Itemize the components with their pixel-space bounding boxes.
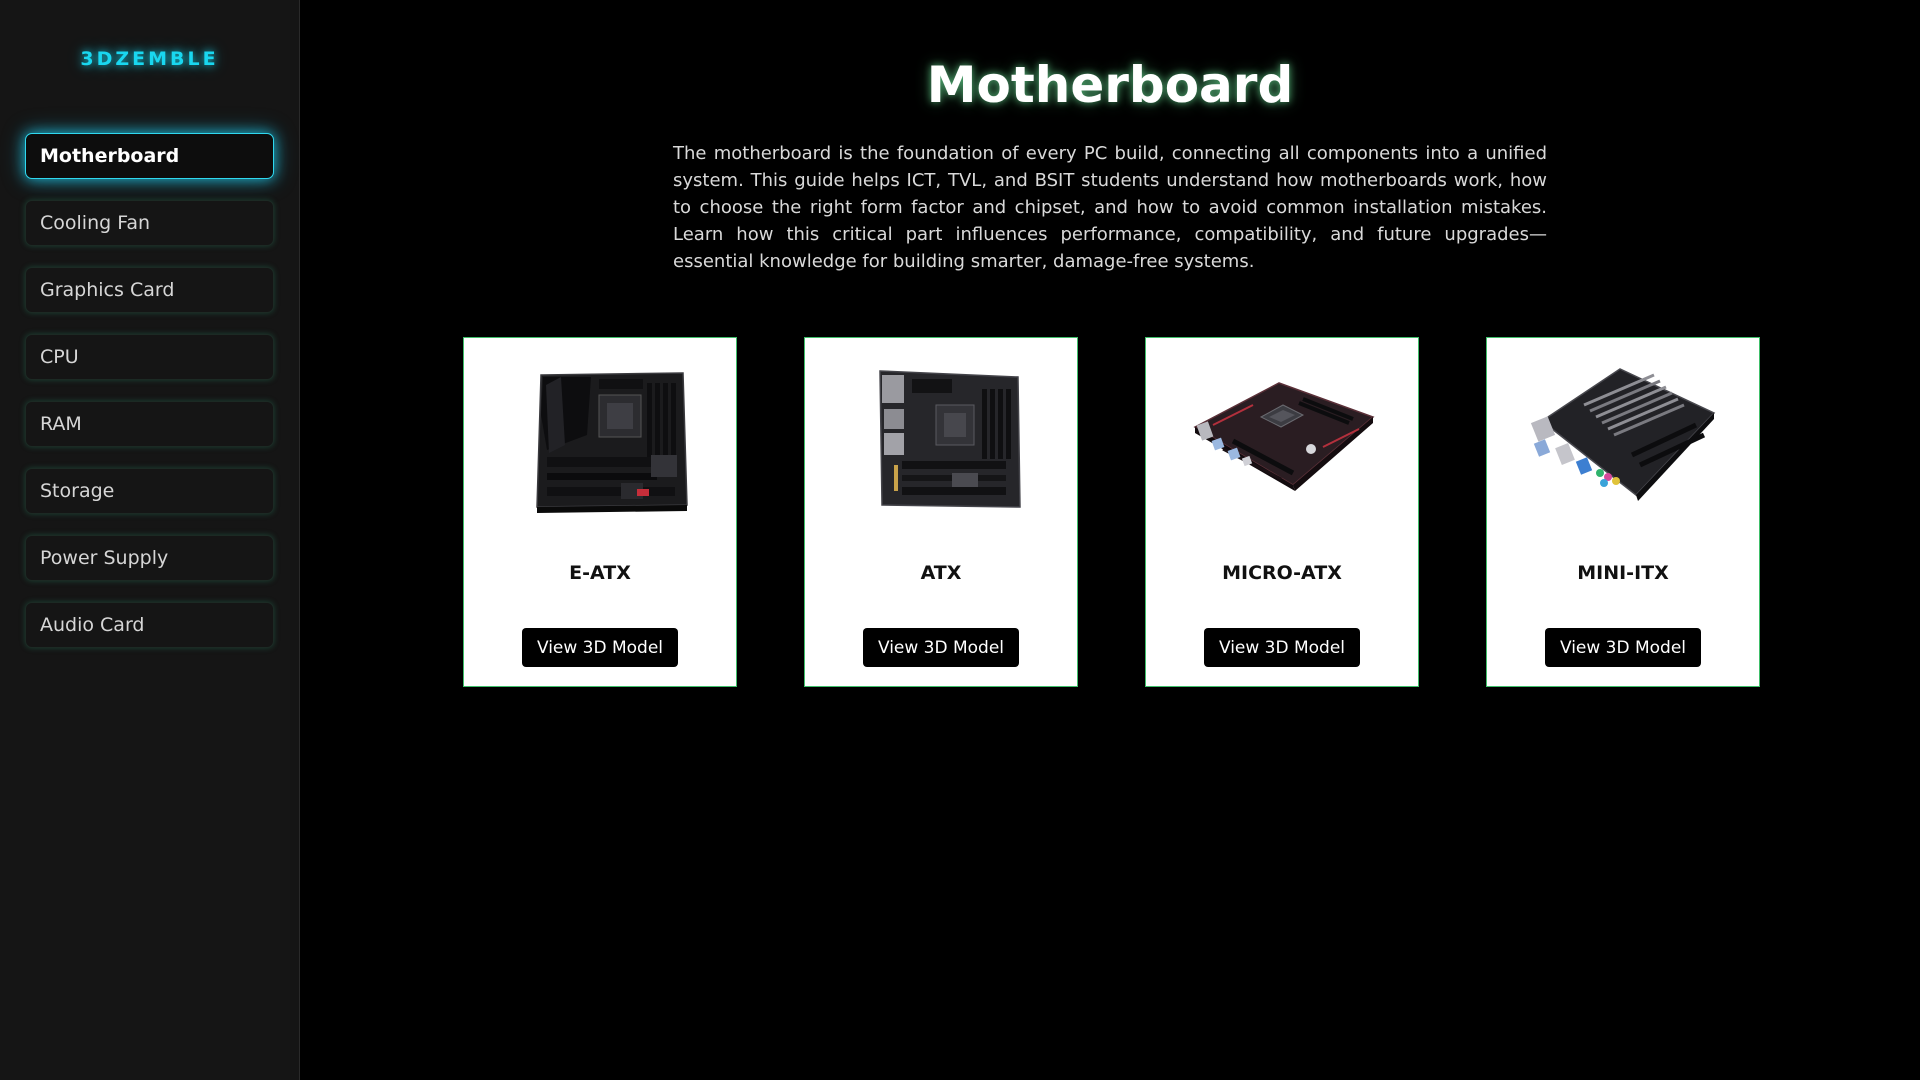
sidebar-item-audio-card[interactable]: Audio Card (25, 602, 274, 648)
main-content: Motherboard The motherboard is the found… (300, 0, 1920, 1080)
sidebar-item-label: CPU (40, 346, 79, 368)
view-3d-model-button[interactable]: View 3D Model (1204, 628, 1360, 667)
brand-logo[interactable]: 3DZEMBLE (0, 48, 299, 70)
motherboard-mini-itx-image (1530, 368, 1716, 501)
card-title: ATX (920, 562, 962, 584)
sidebar-item-storage[interactable]: Storage (25, 468, 274, 514)
page-title: Motherboard (926, 56, 1294, 114)
sidebar: 3DZEMBLE Motherboard Cooling Fan Graphic… (0, 0, 300, 1080)
view-3d-model-button[interactable]: View 3D Model (522, 628, 678, 667)
card-title: MINI-ITX (1577, 562, 1669, 584)
sidebar-item-label: Storage (40, 480, 115, 502)
motherboard-eatx-image (536, 372, 688, 513)
sidebar-item-cooling-fan[interactable]: Cooling Fan (25, 200, 274, 246)
sidebar-item-motherboard[interactable]: Motherboard (25, 133, 274, 179)
card-title: MICRO-ATX (1222, 562, 1342, 584)
sidebar-item-cpu[interactable]: CPU (25, 334, 274, 380)
card-title: E-ATX (569, 562, 631, 584)
view-3d-model-button[interactable]: View 3D Model (863, 628, 1019, 667)
sidebar-item-label: RAM (40, 413, 82, 435)
sidebar-item-ram[interactable]: RAM (25, 401, 274, 447)
motherboard-atx-image (879, 370, 1021, 508)
card-atx: ATX View 3D Model (804, 337, 1078, 687)
sidebar-item-label: Cooling Fan (40, 212, 151, 234)
sidebar-item-label: Power Supply (40, 547, 169, 569)
card-e-atx: E-ATX View 3D Model (463, 337, 737, 687)
view-3d-model-button[interactable]: View 3D Model (1545, 628, 1701, 667)
sidebar-item-label: Graphics Card (40, 279, 175, 301)
motherboard-micro-atx-image (1193, 382, 1375, 491)
card-micro-atx: MICRO-ATX View 3D Model (1145, 337, 1419, 687)
page-description: The motherboard is the foundation of eve… (673, 143, 1547, 272)
card-mini-itx: MINI-ITX View 3D Model (1486, 337, 1760, 687)
sidebar-item-label: Audio Card (40, 614, 145, 636)
form-factor-cards: E-ATX View 3D Model ATX View 3D Model MI… (463, 337, 1760, 687)
app: 3DZEMBLE Motherboard Cooling Fan Graphic… (0, 0, 1920, 1080)
sidebar-nav: Motherboard Cooling Fan Graphics Card CP… (25, 133, 274, 669)
sidebar-item-graphics-card[interactable]: Graphics Card (25, 267, 274, 313)
sidebar-item-label: Motherboard (40, 145, 180, 167)
sidebar-item-power-supply[interactable]: Power Supply (25, 535, 274, 581)
